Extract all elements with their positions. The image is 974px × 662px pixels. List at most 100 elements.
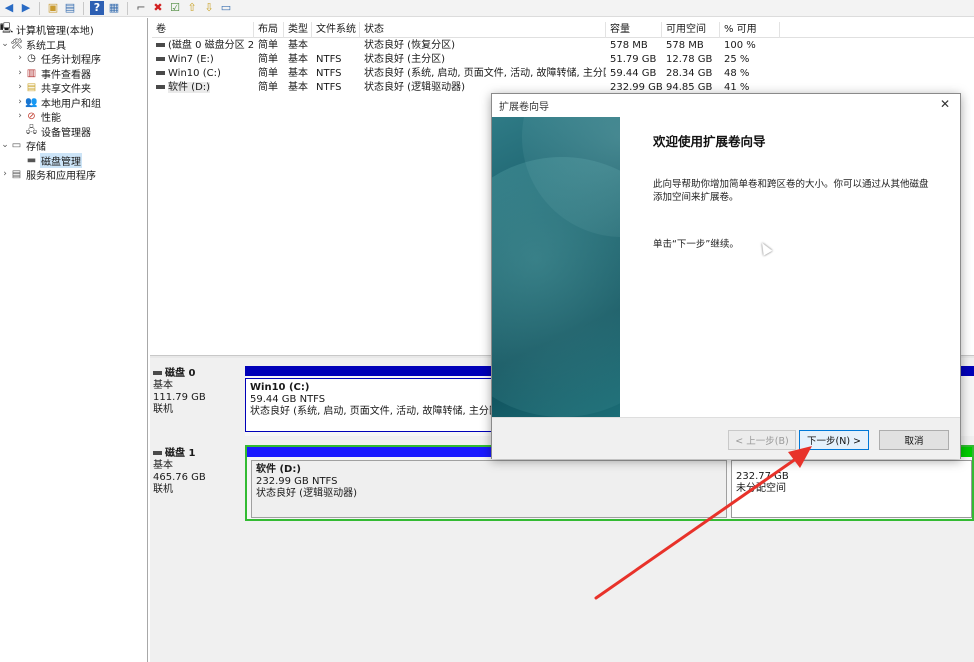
tree-item-local-users[interactable]: › 👥 本地用户和组 bbox=[15, 95, 102, 110]
volume-status: 状态良好 (恢复分区) bbox=[364, 40, 455, 51]
volume-icon bbox=[156, 71, 165, 75]
volume-capacity: 578 MB bbox=[610, 40, 648, 51]
tree-item-device-manager[interactable]: 🖧 设备管理器 bbox=[15, 124, 92, 139]
event-viewer-icon: ▥ bbox=[26, 67, 37, 79]
tree-item-task-scheduler[interactable]: › ◷ 任务计划程序 bbox=[15, 51, 102, 66]
services-icon: ▤ bbox=[11, 168, 22, 180]
column-header-volume[interactable]: 卷 bbox=[152, 22, 254, 38]
volume-row[interactable]: Win10 (C:) 简单 基本 NTFS 状态良好 (系统, 启动, 页面文件… bbox=[152, 67, 974, 81]
volume-free-space: 28.34 GB bbox=[666, 68, 713, 79]
partition-name: 软件 (D:) bbox=[256, 464, 301, 475]
toolbar-separator bbox=[39, 1, 40, 15]
dialog-footer: < 上一步(B) 下一步(N) > 取消 bbox=[492, 417, 960, 459]
tree-item-event-viewer[interactable]: › ▥ 事件查看器 bbox=[15, 66, 92, 81]
import-icon[interactable]: ⇧ bbox=[185, 1, 199, 15]
disk-management-icon: ▬ bbox=[26, 154, 37, 166]
show-hide-tree-icon[interactable]: ▤ bbox=[63, 1, 77, 15]
volume-row[interactable]: (磁盘 0 磁盘分区 2) 简单 基本 状态良好 (恢复分区) 578 MB 5… bbox=[152, 39, 974, 53]
volume-layout: 简单 bbox=[258, 68, 278, 79]
partition-win10[interactable]: Win10 (C:) 59.44 GB NTFS 状态良好 (系统, 启动, 页… bbox=[245, 378, 503, 432]
disk-0-label[interactable]: 磁盘 0 基本 111.79 GB 联机 bbox=[153, 368, 243, 416]
disk-type: 基本 bbox=[153, 380, 173, 391]
disk-icon bbox=[153, 451, 162, 455]
volume-icon bbox=[156, 85, 165, 89]
tree-root[interactable]: 🖳 计算机管理(本地) bbox=[0, 22, 95, 37]
unallocated-space[interactable]: 232.77 GB 未分配空间 bbox=[731, 460, 972, 518]
toolbar: ◀ ▶ ▣ ▤ ? ▦ ⌐ ✖ ☑ ⇧ ⇩ ▭ bbox=[0, 0, 974, 17]
close-icon[interactable]: ✕ bbox=[938, 97, 952, 111]
connect-icon[interactable]: ⌐ bbox=[134, 1, 148, 15]
disk-status: 联机 bbox=[153, 484, 173, 495]
forward-icon[interactable]: ▶ bbox=[19, 1, 33, 15]
next-button[interactable]: 下一步(N) > bbox=[799, 430, 869, 450]
tree-item-performance[interactable]: › ⊘ 性能 bbox=[15, 109, 62, 124]
cancel-button[interactable]: 取消 bbox=[879, 430, 949, 450]
tree-item-label: 磁盘管理 bbox=[40, 152, 82, 168]
check-icon[interactable]: ☑ bbox=[168, 1, 182, 15]
wizard-hint: 单击“下一步”继续。 bbox=[653, 239, 739, 250]
chevron-right-icon[interactable]: › bbox=[15, 53, 25, 63]
tree-item-storage[interactable]: ⌄ ▭ 存储 bbox=[0, 138, 47, 153]
help-icon[interactable]: ? bbox=[90, 1, 104, 15]
back-button[interactable]: < 上一步(B) bbox=[728, 430, 796, 450]
unallocated-status: 未分配空间 bbox=[736, 483, 786, 494]
back-icon[interactable]: ◀ bbox=[2, 1, 16, 15]
chevron-right-icon[interactable]: › bbox=[15, 97, 25, 107]
volume-row[interactable]: Win7 (E:) 简单 基本 NTFS 状态良好 (主分区) 51.79 GB… bbox=[152, 53, 974, 67]
disk-size: 111.79 GB bbox=[153, 392, 206, 403]
volume-layout: 简单 bbox=[258, 82, 278, 93]
column-header-filesystem[interactable]: 文件系统 bbox=[312, 22, 360, 38]
tree-item-shared-folders[interactable]: › ▤ 共享文件夹 bbox=[15, 80, 92, 95]
tree-item-services[interactable]: › ▤ 服务和应用程序 bbox=[0, 167, 97, 182]
export-icon[interactable]: ⇩ bbox=[202, 1, 216, 15]
partition-size: 59.44 GB NTFS bbox=[250, 394, 326, 405]
column-header-type[interactable]: 类型 bbox=[284, 22, 312, 38]
volume-capacity: 51.79 GB bbox=[610, 54, 657, 65]
storage-icon: ▭ bbox=[11, 139, 22, 151]
tree-item-label: 共享文件夹 bbox=[41, 83, 91, 95]
disk-name: 磁盘 1 bbox=[165, 448, 196, 459]
tools-icon: 🛠 bbox=[10, 38, 23, 50]
tree-item-disk-management[interactable]: ▬ 磁盘管理 bbox=[15, 152, 82, 168]
chevron-down-icon[interactable]: ⌄ bbox=[0, 39, 10, 49]
volume-percent-free: 48 % bbox=[724, 68, 750, 79]
tree-item-label: 本地用户和组 bbox=[41, 98, 101, 110]
column-header-layout[interactable]: 布局 bbox=[254, 22, 284, 38]
chevron-right-icon[interactable]: › bbox=[15, 111, 25, 121]
disk-1-label[interactable]: 磁盘 1 基本 465.76 GB 联机 bbox=[153, 448, 243, 496]
up-icon[interactable]: ▣ bbox=[46, 1, 60, 15]
tree-root-label: 计算机管理(本地) bbox=[16, 25, 94, 37]
volume-icon bbox=[156, 57, 165, 61]
dialog-titlebar[interactable]: 扩展卷向导 bbox=[492, 94, 960, 116]
chevron-down-icon[interactable]: ⌄ bbox=[0, 140, 10, 150]
tree-item-system-tools[interactable]: ⌄ 🛠 系统工具 bbox=[0, 37, 67, 52]
volume-percent-free: 25 % bbox=[724, 54, 750, 65]
chevron-right-icon[interactable]: › bbox=[15, 82, 25, 92]
volume-type: 基本 bbox=[288, 68, 308, 79]
properties-icon[interactable]: ▦ bbox=[107, 1, 121, 15]
partition-software[interactable]: 软件 (D:) 232.99 GB NTFS 状态良好 (逻辑驱动器) bbox=[251, 460, 727, 518]
column-header-free-space[interactable]: 可用空间 bbox=[662, 22, 720, 38]
tree-item-label: 服务和应用程序 bbox=[26, 170, 96, 182]
chevron-right-icon[interactable]: › bbox=[15, 68, 25, 78]
extend-volume-wizard: 扩展卷向导 ✕ 欢迎使用扩展卷向导 此向导帮助你增加简单卷和跨区卷的大小。你可以… bbox=[491, 93, 961, 459]
volume-filesystem: NTFS bbox=[316, 68, 342, 79]
tree-item-label: 系统工具 bbox=[26, 40, 66, 52]
volume-filesystem: NTFS bbox=[316, 54, 342, 65]
disk-status: 联机 bbox=[153, 404, 173, 415]
device-manager-icon: 🖧 bbox=[25, 124, 38, 136]
column-header-capacity[interactable]: 容量 bbox=[606, 22, 662, 38]
chevron-right-icon[interactable]: › bbox=[0, 169, 10, 179]
delete-icon[interactable]: ✖ bbox=[151, 1, 165, 15]
column-header-status[interactable]: 状态 bbox=[360, 22, 606, 38]
users-icon: 👥 bbox=[25, 96, 38, 108]
volume-name: Win7 (E:) bbox=[168, 54, 214, 65]
volume-layout: 简单 bbox=[258, 40, 278, 51]
volume-list-header: 卷 布局 类型 文件系统 状态 容量 可用空间 % 可用 bbox=[152, 22, 974, 38]
tree-item-label: 性能 bbox=[41, 112, 61, 124]
view-icon[interactable]: ▭ bbox=[219, 1, 233, 15]
disk-type: 基本 bbox=[153, 460, 173, 471]
column-header-percent-free[interactable]: % 可用 bbox=[720, 22, 780, 38]
volume-filesystem bbox=[312, 39, 360, 53]
wizard-banner-image bbox=[492, 117, 620, 417]
